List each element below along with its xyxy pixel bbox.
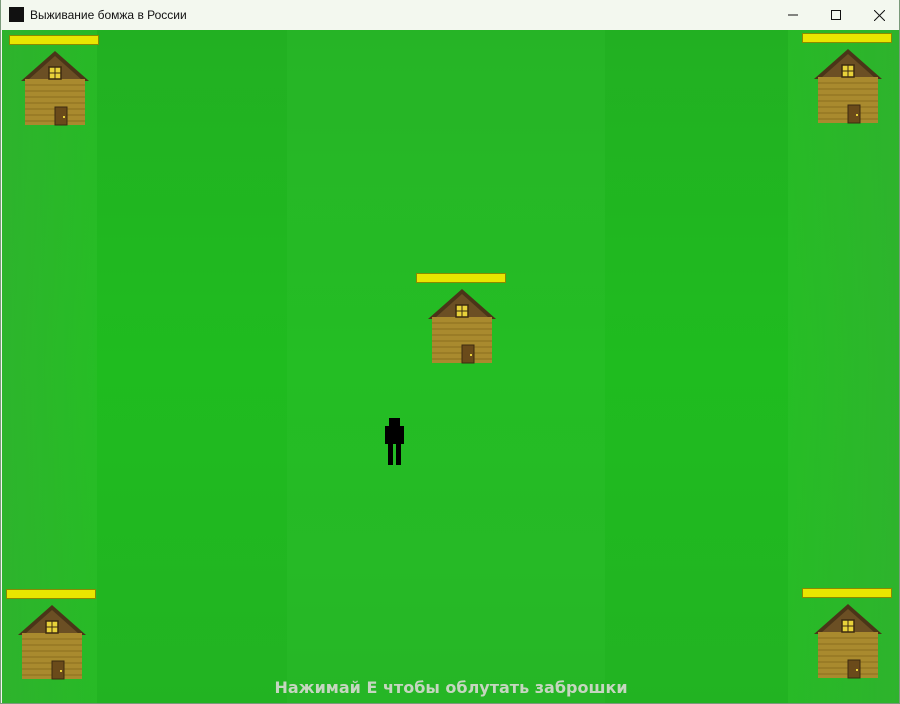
house-icon [21, 51, 89, 126]
health-fill [803, 34, 891, 42]
house-health-bar [416, 273, 506, 283]
maximize-button[interactable] [814, 0, 858, 30]
interaction-hint: Нажимай E чтобы облутать заброшки [274, 678, 628, 697]
house-bottom-right[interactable] [802, 588, 892, 688]
house-icon [814, 604, 882, 679]
minimize-button[interactable] [771, 0, 815, 30]
game-window: Выживание бомжа в России Нажимай E чтобы… [0, 0, 900, 704]
house-health-bar [802, 588, 892, 598]
house-top-left[interactable] [9, 35, 99, 135]
health-fill [803, 589, 891, 597]
minimize-icon [788, 14, 798, 16]
house-icon [18, 605, 86, 680]
title-bar[interactable]: Выживание бомжа в России [1, 0, 899, 30]
house-icon [814, 49, 882, 124]
player-character [385, 418, 404, 465]
house-top-right[interactable] [802, 33, 892, 133]
close-button[interactable] [857, 0, 899, 30]
app-icon [9, 7, 24, 22]
game-canvas[interactable]: Нажимай E чтобы облутать заброшки [2, 30, 899, 703]
health-fill [417, 274, 505, 282]
health-fill [7, 590, 95, 598]
house-health-bar [802, 33, 892, 43]
health-fill [10, 36, 98, 44]
house-bottom-left[interactable] [6, 589, 96, 689]
house-icon [428, 289, 496, 364]
house-health-bar [9, 35, 99, 45]
maximize-icon [831, 10, 841, 20]
house-center[interactable] [416, 273, 506, 373]
close-icon [873, 9, 885, 21]
window-title: Выживание бомжа в России [30, 8, 187, 22]
house-health-bar [6, 589, 96, 599]
